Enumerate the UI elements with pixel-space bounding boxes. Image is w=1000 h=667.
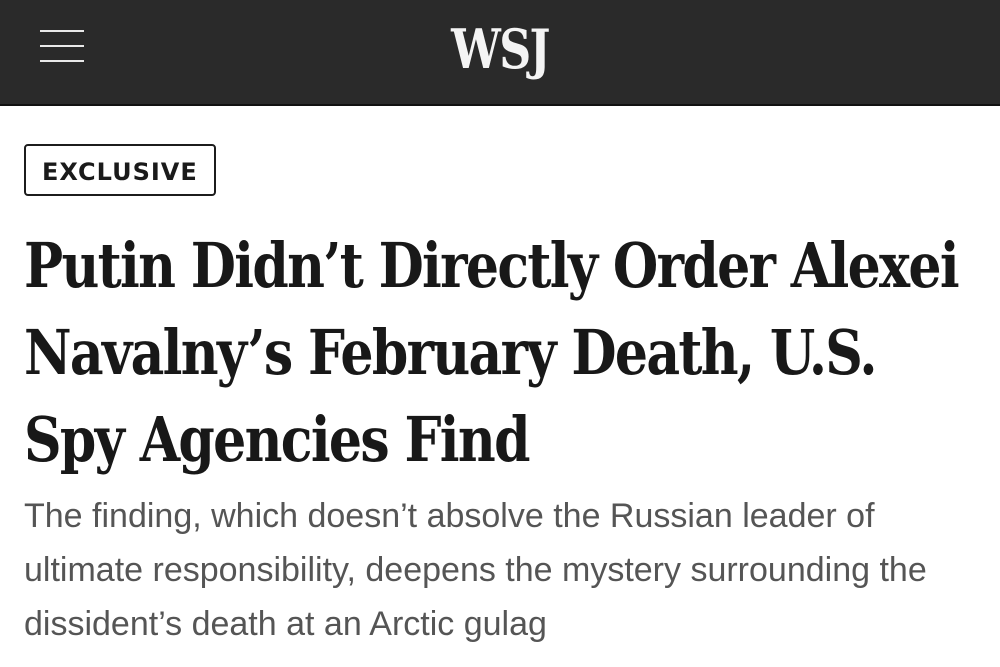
article-header: EXCLUSIVE Putin Didn’t Directly Order Al… <box>24 144 984 651</box>
menu-line-icon <box>40 60 84 62</box>
menu-line-icon <box>40 30 84 32</box>
exclusive-badge: EXCLUSIVE <box>24 144 216 196</box>
top-navigation-bar: WSJ <box>0 0 1000 106</box>
menu-line-icon <box>40 45 84 47</box>
article-page: WSJ EXCLUSIVE Putin Didn’t Directly Orde… <box>0 0 1000 667</box>
wsj-logo[interactable]: WSJ <box>90 14 910 84</box>
article-dek: The finding, which doesn’t absolve the R… <box>24 497 927 643</box>
article-headline[interactable]: Putin Didn’t Directly Order Alexei Naval… <box>24 222 990 483</box>
hamburger-menu-icon[interactable] <box>36 26 88 66</box>
